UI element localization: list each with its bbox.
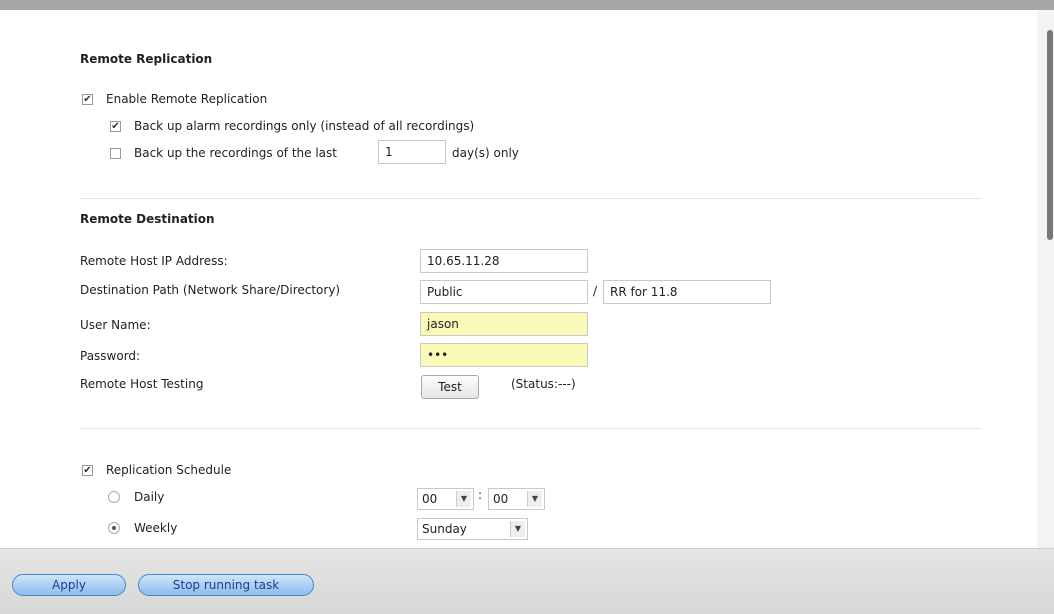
- destination-path-label: Destination Path (Network Share/Director…: [80, 283, 341, 297]
- weekly-radio[interactable]: [108, 522, 120, 534]
- enable-remote-replication-checkbox[interactable]: ✔: [82, 94, 93, 105]
- last-days-checkbox[interactable]: [110, 148, 121, 159]
- days-suffix-label: day(s) only: [452, 146, 519, 160]
- directory-input[interactable]: RR for 11.8: [603, 280, 771, 304]
- section-divider: [80, 428, 982, 429]
- minute-value: 00: [493, 492, 509, 506]
- weekly-label: Weekly: [134, 521, 178, 535]
- daily-label: Daily: [134, 490, 165, 504]
- ip-label: Remote Host IP Address:: [80, 254, 228, 268]
- apply-button[interactable]: Apply: [12, 574, 126, 596]
- replication-schedule-label: Replication Schedule: [106, 463, 232, 477]
- chevron-down-icon: ▼: [456, 491, 471, 507]
- section-divider: [80, 198, 982, 199]
- remote-host-testing-label: Remote Host Testing: [80, 377, 204, 391]
- hour-value: 00: [422, 492, 438, 506]
- share-input[interactable]: Public: [420, 280, 588, 304]
- weekday-select[interactable]: Sunday ▼: [417, 518, 528, 540]
- window-top-border: [0, 0, 1054, 10]
- weekday-value: Sunday: [422, 522, 467, 536]
- stop-running-task-button[interactable]: Stop running task: [138, 574, 314, 596]
- daily-radio[interactable]: [108, 491, 120, 503]
- remote-destination-title: Remote Destination: [80, 212, 215, 226]
- test-status-text: (Status:---): [511, 377, 576, 391]
- last-days-input[interactable]: 1: [378, 140, 446, 164]
- chevron-down-icon: ▼: [510, 521, 525, 537]
- test-button[interactable]: Test: [421, 375, 479, 399]
- scrollbar-thumb[interactable]: [1047, 30, 1053, 240]
- alarm-only-checkbox[interactable]: ✔: [110, 121, 121, 132]
- ip-address-input[interactable]: 10.65.11.28: [420, 249, 588, 273]
- time-separator: :: [478, 488, 483, 502]
- last-days-label: Back up the recordings of the last: [134, 146, 337, 160]
- user-name-input[interactable]: jason: [420, 312, 588, 336]
- alarm-only-label: Back up alarm recordings only (instead o…: [134, 119, 475, 133]
- password-input[interactable]: •••: [420, 343, 588, 367]
- bottom-action-bar: Apply Stop running task: [0, 548, 1054, 614]
- enable-remote-replication-label: Enable Remote Replication: [106, 92, 268, 106]
- replication-schedule-checkbox[interactable]: ✔: [82, 465, 93, 476]
- minute-select[interactable]: 00 ▼: [488, 488, 545, 510]
- password-label: Password:: [80, 349, 141, 363]
- hour-select[interactable]: 00 ▼: [417, 488, 474, 510]
- chevron-down-icon: ▼: [527, 491, 542, 507]
- remote-replication-title: Remote Replication: [80, 52, 213, 66]
- user-name-label: User Name:: [80, 318, 151, 332]
- path-separator: /: [593, 284, 598, 298]
